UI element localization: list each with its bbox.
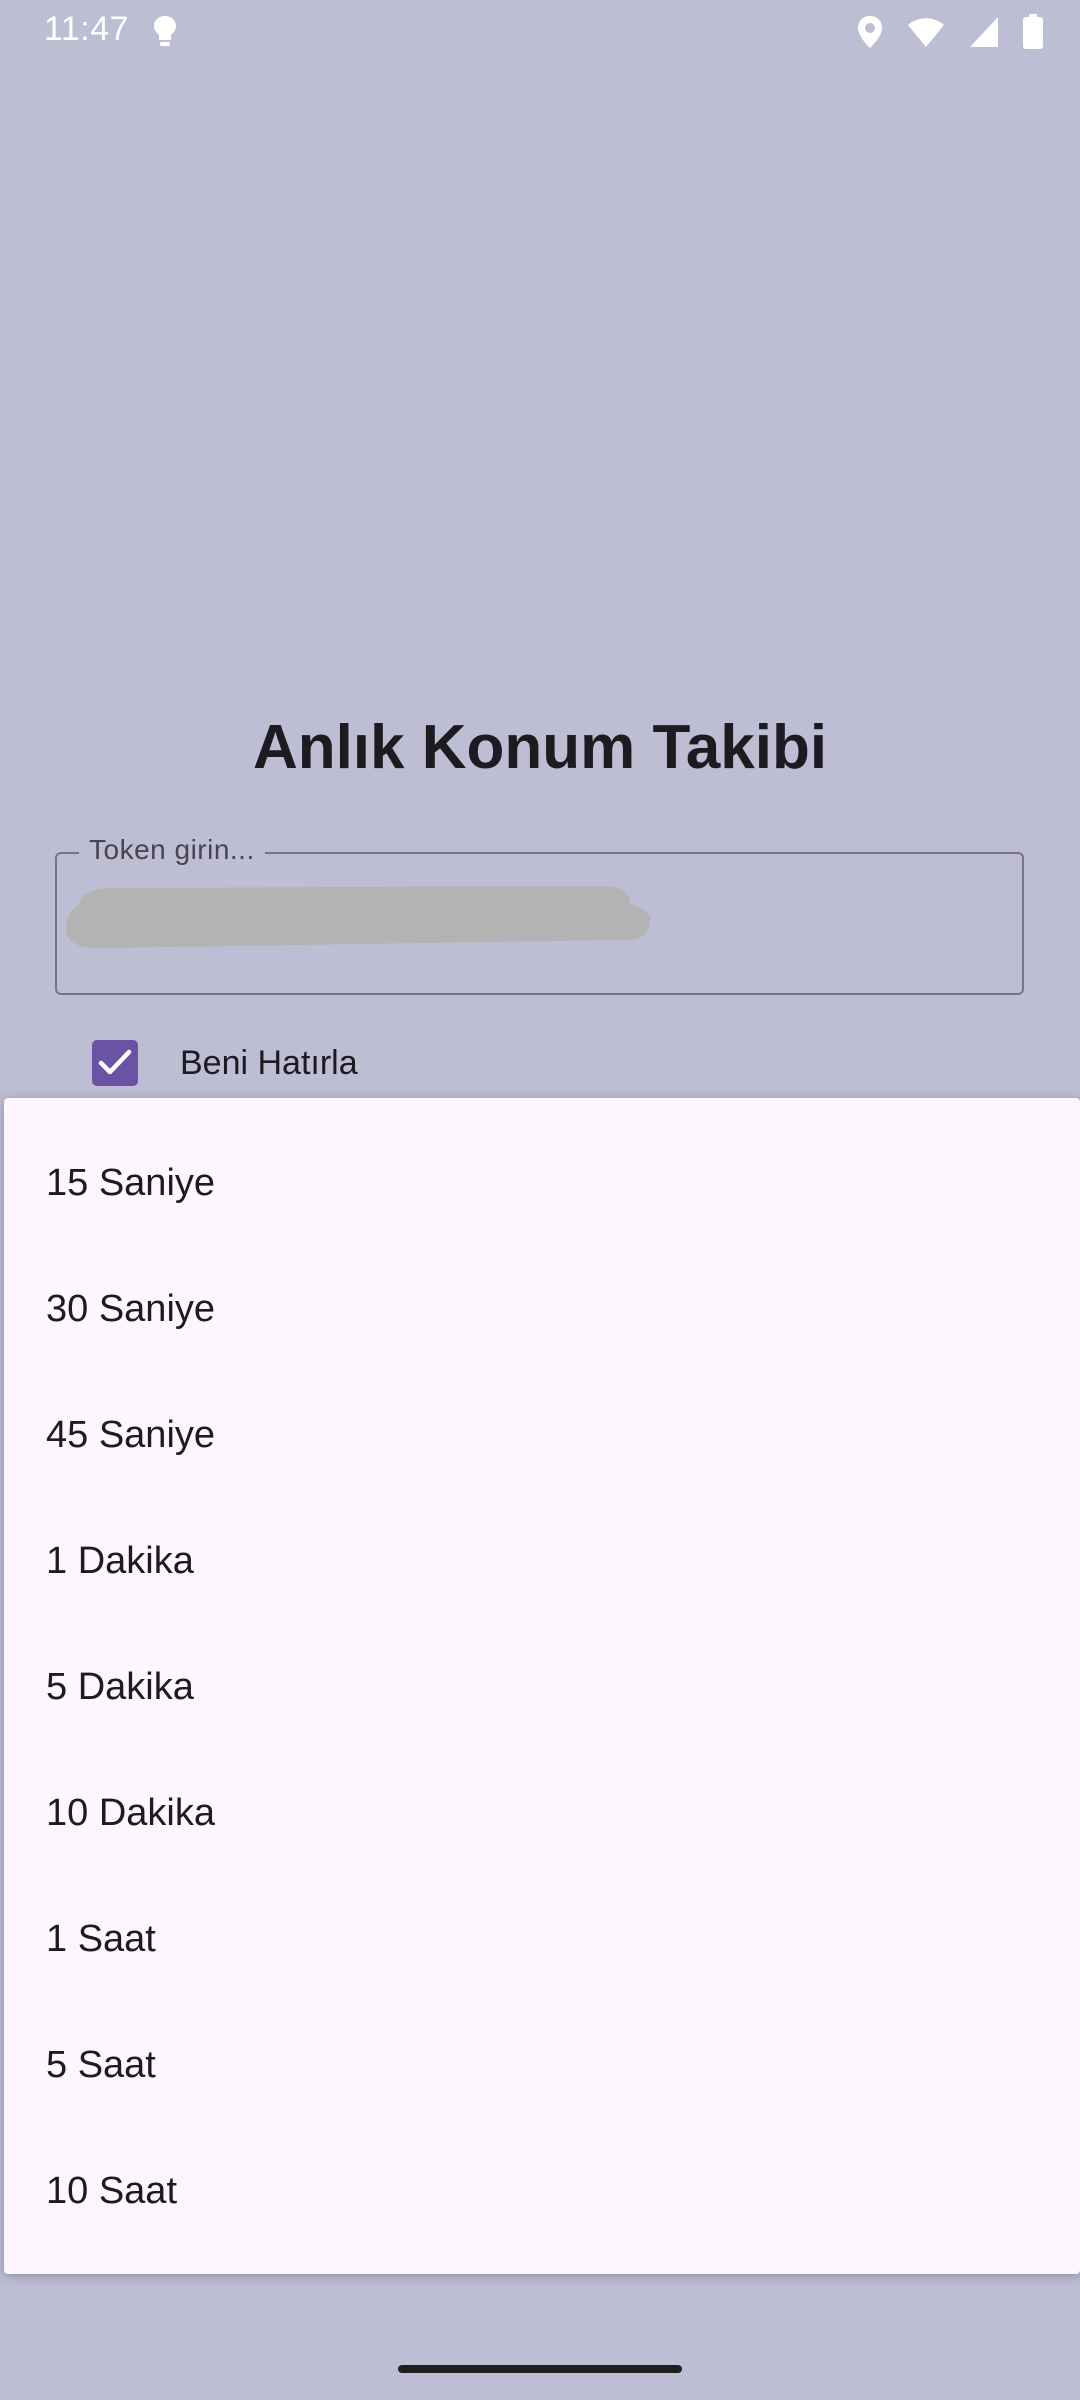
dropdown-option-1-dakika[interactable]: 1 Dakika bbox=[4, 1498, 1080, 1624]
dropdown-option-15-saniye[interactable]: 15 Saniye bbox=[4, 1120, 1080, 1246]
page-title: Anlık Konum Takibi bbox=[252, 713, 828, 782]
remember-me-label: Beni Hatırla bbox=[180, 1043, 358, 1082]
redacted-token-value bbox=[66, 886, 650, 948]
interval-dropdown-menu: 15 Saniye 30 Saniye 45 Saniye 1 Dakika 5… bbox=[4, 1098, 1080, 2274]
lightbulb-icon bbox=[150, 14, 180, 48]
signal-icon bbox=[968, 15, 1000, 49]
dropdown-option-5-saat[interactable]: 5 Saat bbox=[4, 2002, 1080, 2128]
dropdown-option-10-saat[interactable]: 10 Saat bbox=[4, 2128, 1080, 2254]
remember-me-row[interactable]: Beni Hatırla bbox=[92, 1038, 358, 1088]
token-input[interactable]: Token girin... bbox=[55, 834, 1024, 995]
dropdown-option-45-saniye[interactable]: 45 Saniye bbox=[4, 1372, 1080, 1498]
remember-me-checkbox[interactable] bbox=[92, 1040, 138, 1086]
token-input-label: Token girin... bbox=[79, 834, 265, 866]
status-bar: 11:47 bbox=[0, 0, 1080, 62]
dropdown-option-10-dakika[interactable]: 10 Dakika bbox=[4, 1750, 1080, 1876]
wifi-icon bbox=[906, 15, 946, 49]
dropdown-option-30-saniye[interactable]: 30 Saniye bbox=[4, 1246, 1080, 1372]
gesture-nav-handle[interactable] bbox=[398, 2365, 682, 2373]
dropdown-option-1-saat[interactable]: 1 Saat bbox=[4, 1876, 1080, 2002]
checkmark-icon bbox=[98, 1049, 132, 1075]
status-time: 11:47 bbox=[44, 10, 130, 48]
dropdown-option-5-dakika[interactable]: 5 Dakika bbox=[4, 1624, 1080, 1750]
location-icon bbox=[856, 14, 884, 50]
battery-icon bbox=[1022, 14, 1044, 50]
